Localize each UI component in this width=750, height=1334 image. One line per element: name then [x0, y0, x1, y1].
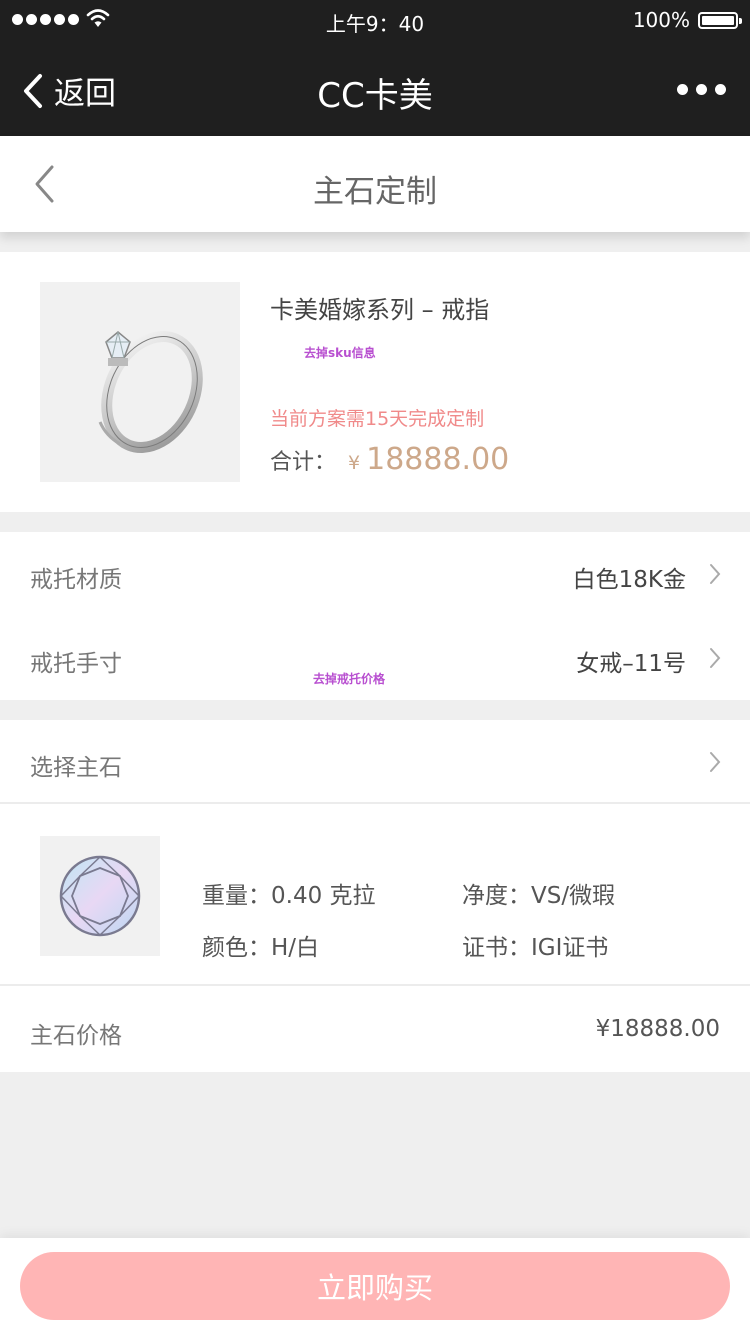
total-row: 合计： ¥ 18888.00 — [270, 442, 509, 477]
app-title: CC卡美 — [317, 76, 433, 116]
option-size-row[interactable]: 戒托手寸 女戒–11号 — [0, 616, 750, 700]
page: 上午9：40 100% 返回 CC卡美 主石定制 卡美婚嫁系列 – 戒指 去掉s… — [0, 0, 750, 1334]
more-dots-icon[interactable] — [677, 84, 726, 95]
page-header: 主石定制 — [0, 136, 750, 232]
stone-clarity: 净度：VS/微瑕 — [462, 883, 616, 909]
lead-time-text: 当前方案需15天完成定制 — [270, 408, 485, 430]
bottom-bar: 立即购买 — [0, 1238, 750, 1334]
total-currency: ¥ — [348, 452, 361, 474]
chevron-right-icon — [710, 564, 721, 584]
option-label: 戒托材质 — [30, 567, 122, 593]
main-stone-section: 选择主石 重量：0.40 克拉 净度：VS/微瑕 颜色：H/白 证书：IGI证书… — [0, 720, 750, 1072]
option-material-row[interactable]: 戒托材质 白色18K金 — [0, 532, 750, 616]
select-stone-row[interactable]: 选择主石 — [0, 720, 750, 804]
ring-image — [40, 282, 240, 482]
buy-now-button[interactable]: 立即购买 — [20, 1252, 730, 1320]
page-title: 主石定制 — [313, 174, 437, 210]
chevron-right-icon — [710, 752, 721, 772]
stone-price-label: 主石价格 — [30, 1023, 122, 1049]
sku-note: 去掉sku信息 — [304, 346, 376, 360]
status-bar: 上午9：40 100% — [0, 0, 750, 40]
price-note: 去掉戒托价格 — [313, 672, 386, 686]
product-name: 卡美婚嫁系列 – 戒指 — [270, 296, 490, 324]
stone-price: ¥18888.00 — [595, 1016, 720, 1042]
total-label: 合计： — [270, 450, 337, 475]
app-bar: 返回 CC卡美 — [0, 40, 750, 136]
stone-certificate: 证书：IGI证书 — [462, 935, 609, 961]
stone-weight: 重量：0.40 克拉 — [202, 883, 376, 909]
select-stone-label: 选择主石 — [30, 755, 122, 781]
stone-price-row: 主石价格 ¥18888.00 — [0, 988, 750, 1072]
stone-detail: 重量：0.40 克拉 净度：VS/微瑕 颜色：H/白 证书：IGI证书 — [0, 804, 750, 986]
product-card: 卡美婚嫁系列 – 戒指 去掉sku信息 当前方案需15天完成定制 合计： ¥ 1… — [0, 252, 750, 512]
total-price: 18888.00 — [366, 442, 510, 477]
option-label: 戒托手寸 — [30, 651, 122, 677]
option-value: 女戒–11号 — [576, 651, 686, 677]
chevron-right-icon — [710, 648, 721, 668]
ring-options: 戒托材质 白色18K金 戒托手寸 女戒–11号 去掉戒托价格 — [0, 532, 750, 700]
battery-percent: 100% — [632, 8, 690, 32]
stone-color: 颜色：H/白 — [202, 935, 320, 961]
diamond-icon — [40, 836, 160, 956]
option-value: 白色18K金 — [572, 567, 686, 593]
battery-icon — [698, 12, 742, 29]
